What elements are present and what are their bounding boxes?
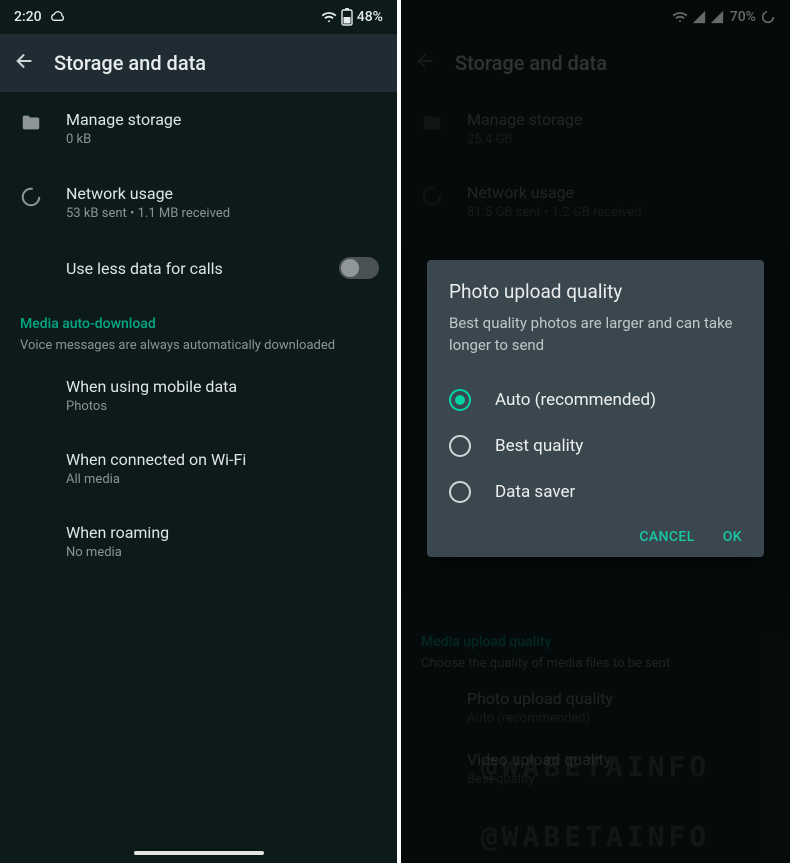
photo-quality-dialog: Photo upload quality Best quality photos…: [427, 260, 764, 557]
manage-storage-sub: 0 kB: [66, 132, 379, 147]
media-section-header: Media auto-download Voice messages are a…: [0, 298, 397, 359]
ok-button[interactable]: OK: [723, 529, 742, 545]
network-usage-sub: 53 kB sent • 1.1 MB received: [66, 206, 379, 221]
use-less-data-row[interactable]: Use less data for calls: [0, 239, 397, 297]
media-section-title: Media auto-download: [20, 316, 377, 332]
wifi-icon: [321, 9, 337, 25]
mobile-data-sub: Photos: [66, 399, 379, 414]
data-usage-icon: [20, 184, 66, 212]
mobile-data-title: When using mobile data: [66, 377, 379, 396]
wifi-title: When connected on Wi-Fi: [66, 450, 379, 469]
manage-storage-row[interactable]: Manage storage 0 kB: [0, 92, 397, 165]
page-title: Storage and data: [54, 51, 206, 75]
folder-icon: [20, 110, 66, 138]
back-button[interactable]: [14, 50, 54, 76]
manage-storage-title: Manage storage: [66, 110, 379, 129]
dialog-subtitle: Best quality photos are larger and can t…: [449, 313, 742, 357]
status-time: 2:20: [14, 9, 42, 25]
roaming-sub: No media: [66, 545, 379, 560]
cloud-icon: [50, 9, 66, 25]
wifi-row[interactable]: When connected on Wi-Fi All media: [0, 432, 397, 505]
network-usage-row[interactable]: Network usage 53 kB sent • 1.1 MB receiv…: [0, 166, 397, 239]
roaming-title: When roaming: [66, 523, 379, 542]
roaming-row[interactable]: When roaming No media: [0, 505, 397, 578]
battery-icon: [341, 8, 353, 26]
option-auto-label: Auto (recommended): [495, 390, 656, 410]
screenshot-left: 2:20 48% Storage and data Manage storage…: [0, 0, 401, 863]
radio-unchecked-icon: [449, 435, 471, 457]
cancel-button[interactable]: CANCEL: [639, 529, 694, 545]
network-usage-title: Network usage: [66, 184, 379, 203]
use-less-data-toggle[interactable]: [339, 257, 379, 279]
media-section-sub: Voice messages are always automatically …: [20, 338, 377, 353]
dialog-title: Photo upload quality: [449, 280, 742, 303]
app-bar: Storage and data: [0, 34, 397, 92]
nav-bar: [134, 851, 264, 855]
wifi-sub: All media: [66, 472, 379, 487]
radio-checked-icon: [449, 389, 471, 411]
use-less-data-title: Use less data for calls: [66, 259, 339, 278]
screenshot-right: 70% Storage and data Manage storage 25.4…: [401, 0, 790, 863]
option-best-label: Best quality: [495, 436, 583, 456]
option-data-saver[interactable]: Data saver: [449, 469, 742, 515]
option-data-saver-label: Data saver: [495, 482, 575, 502]
mobile-data-row[interactable]: When using mobile data Photos: [0, 359, 397, 432]
status-battery: 48%: [357, 9, 383, 25]
option-best[interactable]: Best quality: [449, 423, 742, 469]
option-auto[interactable]: Auto (recommended): [449, 377, 742, 423]
radio-unchecked-icon: [449, 481, 471, 503]
status-bar: 2:20 48%: [0, 0, 397, 34]
